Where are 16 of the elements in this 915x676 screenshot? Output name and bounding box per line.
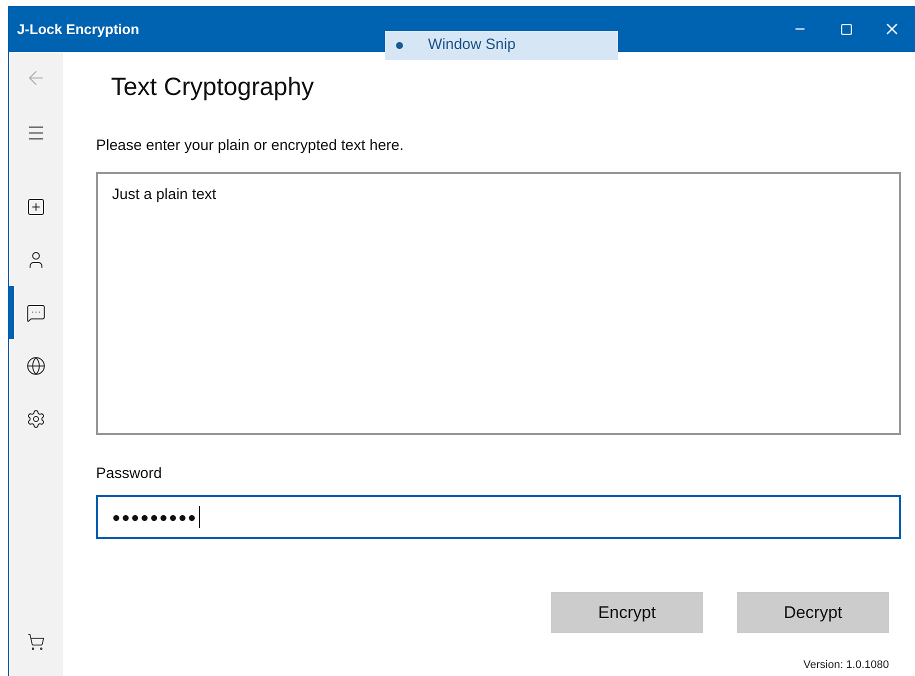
tooltip-text: Window Snip — [428, 35, 516, 56]
version-label: Version: 1.0.1080 — [803, 658, 889, 673]
page-title: Text Cryptography — [111, 72, 315, 102]
text-prompt: Please enter your plain or encrypted text here. — [96, 136, 405, 156]
decrypt-button[interactable]: Decrypt — [737, 592, 889, 633]
chat-bubble-icon — [26, 302, 46, 322]
settings-icon — [26, 408, 46, 428]
window-title: J-Lock Encryption — [17, 20, 140, 39]
encrypt-button[interactable]: Encrypt — [551, 592, 703, 633]
cart-icon — [27, 633, 45, 651]
add-page-icon — [26, 196, 46, 216]
globe-icon — [26, 356, 46, 376]
password-label: Password — [96, 464, 163, 484]
maximize-icon — [840, 22, 852, 36]
text-input-area[interactable]: Just a plain text — [96, 172, 901, 434]
password-field[interactable]: ●●●●●●●●● — [96, 495, 901, 539]
